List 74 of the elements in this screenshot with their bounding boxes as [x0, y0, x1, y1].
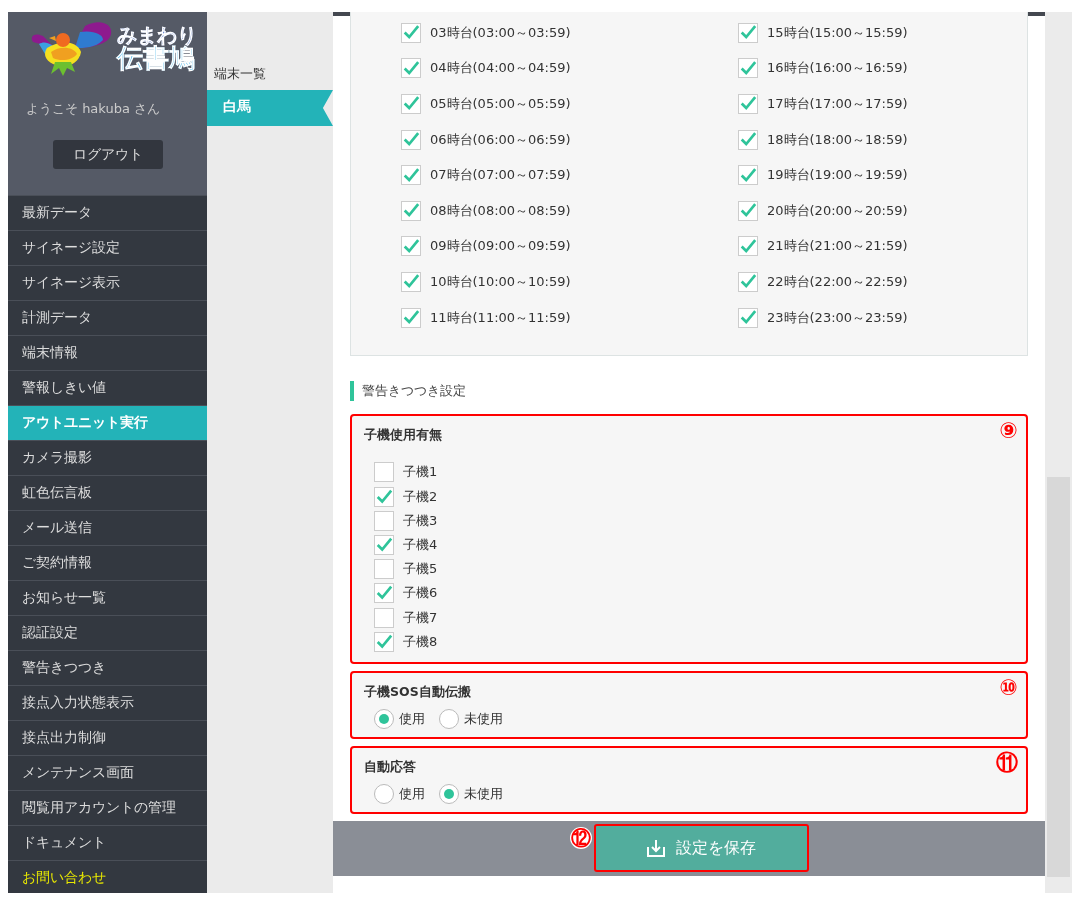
- hour-label: 10時台(10:00～10:59): [430, 272, 571, 291]
- hour-label: 21時台(21:00～21:59): [767, 237, 908, 256]
- option-label: 子機7: [403, 608, 438, 627]
- option-label: 子機8: [403, 632, 438, 651]
- hour-label: 23時台(23:00～23:59): [767, 308, 908, 327]
- option-label: 子機1: [403, 463, 438, 482]
- hour-label: 03時台(03:00～03:59): [430, 23, 571, 42]
- logo-text: みまわり: [116, 25, 197, 45]
- annotation-number: ⑨: [999, 420, 1018, 443]
- option-label: 使用: [399, 709, 425, 728]
- checkbox[interactable]: [738, 22, 758, 43]
- checkbox[interactable]: [401, 58, 421, 79]
- hour-label: 07時台(07:00～07:59): [430, 166, 571, 185]
- checkbox[interactable]: [374, 462, 394, 483]
- checkbox[interactable]: [738, 58, 758, 79]
- option-label: 使用: [399, 784, 425, 803]
- checkbox[interactable]: [374, 607, 394, 628]
- checkbox[interactable]: [401, 94, 421, 114]
- annotation-number: ⑪: [996, 751, 1018, 774]
- option-label: 子機3: [403, 511, 438, 530]
- checkbox[interactable]: [738, 307, 758, 328]
- option-label: 子機6: [403, 584, 438, 603]
- option-label: 子機2: [403, 487, 438, 506]
- checkbox[interactable]: [738, 129, 758, 150]
- checkbox[interactable]: [401, 271, 421, 292]
- checkbox[interactable]: [738, 200, 758, 221]
- terminal-list-title: 端末一覧: [213, 66, 267, 83]
- hour-label: 11時台(11:00～11:59): [430, 308, 571, 327]
- hour-label: 05時台(05:00～05:59): [430, 95, 571, 113]
- checkbox[interactable]: [401, 22, 421, 43]
- hour-label: 15時台(15:00～15:59): [767, 23, 908, 42]
- option-label: 未使用: [464, 709, 503, 728]
- hour-label: 18時台(18:00～18:59): [767, 130, 908, 149]
- hour-label: 17時台(17:00～17:59): [767, 95, 908, 113]
- hour-label: 06時台(06:00～06:59): [430, 130, 571, 149]
- hour-label: 08時台(08:00～08:59): [430, 201, 571, 220]
- checkbox[interactable]: [401, 165, 421, 186]
- checkbox[interactable]: [738, 165, 758, 186]
- logo-text: 伝書鳩: [116, 45, 196, 71]
- radio-button[interactable]: [439, 708, 459, 729]
- hour-label: 16時台(16:00～16:59): [767, 59, 908, 78]
- checkbox[interactable]: [374, 583, 394, 604]
- hour-label: 20時台(20:00～20:59): [767, 201, 908, 220]
- welcome-text: ようこそ hakuba さん: [25, 100, 161, 118]
- checkbox[interactable]: [374, 486, 394, 507]
- checkbox[interactable]: [738, 94, 758, 114]
- download-icon: [646, 838, 666, 859]
- radio-button[interactable]: [374, 783, 394, 804]
- annotation-number: ⑩: [999, 676, 1018, 699]
- checkbox[interactable]: [738, 271, 758, 292]
- group-title: 子機SOS自動伝搬: [364, 683, 471, 701]
- logout-button[interactable]: ログアウト: [52, 140, 163, 169]
- option-label: 子機5: [403, 560, 438, 579]
- checkbox[interactable]: [374, 535, 394, 555]
- group-title: 子機使用有無: [364, 427, 442, 445]
- annotation-number: ⑫: [569, 827, 592, 850]
- group-title: 自動応答: [364, 758, 416, 776]
- hour-label: 04時台(04:00～04:59): [430, 59, 571, 78]
- hour-label: 22時台(22:00～22:59): [767, 272, 908, 291]
- checkbox[interactable]: [738, 236, 758, 257]
- checkbox[interactable]: [374, 510, 394, 531]
- hour-label: 09時台(09:00～09:59): [430, 237, 571, 256]
- hour-label: 19時台(19:00～19:59): [767, 166, 908, 185]
- checkbox[interactable]: [401, 129, 421, 150]
- checkbox[interactable]: [374, 559, 394, 580]
- checkbox[interactable]: [401, 200, 421, 221]
- option-label: 子機4: [403, 536, 438, 554]
- checkbox[interactable]: [401, 307, 421, 328]
- section-title: 警告きつつき設定: [350, 381, 1028, 402]
- radio-button[interactable]: [439, 783, 459, 804]
- checkbox[interactable]: [374, 631, 394, 652]
- checkbox[interactable]: [401, 236, 421, 257]
- radio-button[interactable]: [374, 708, 394, 729]
- option-label: 未使用: [464, 784, 503, 803]
